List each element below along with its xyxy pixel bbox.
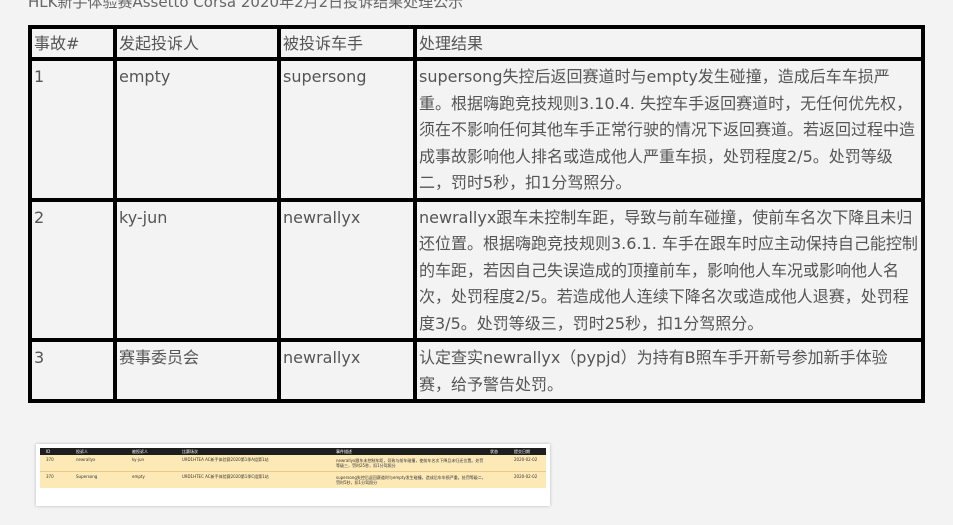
thumbnail-cell: 2020-02-02 [514, 474, 538, 479]
thumbnail-cell: ky-jun [132, 457, 145, 462]
result-text: newrallyx跟车未控制车距，导致与前车碰撞，使前车名次下降且未归还位置。根… [413, 197, 925, 342]
thumbnail-cell: U9D1HTEC AC新手体验赛2020第1季C组第1站 [182, 474, 269, 479]
thumbnail-header-cell: 投诉人 [76, 449, 88, 454]
table-row: 1 empty supersong supersong失控后返回赛道时与empt… [28, 57, 925, 202]
screenshot-thumbnail[interactable]: ID 投诉人 被投诉人 比赛场次 事件描述 状态 提交日期 370 newral… [36, 444, 550, 506]
thumbnail-cell: 370 [46, 474, 54, 479]
table-row: 3 赛事委员会 newrallyx 认定查实newrallyx（pypjd）为持… [28, 338, 925, 403]
thumbnail-cell: newrallyx跟车未控制车距，导致与前车碰撞，使前车名次下降且未归还位置。处… [336, 458, 484, 468]
complainant: empty [113, 57, 281, 202]
thumbnail-header-cell: 状态 [490, 449, 498, 454]
result-text: supersong失控后返回赛道时与empty发生碰撞，造成后车车损严重。根据嗨… [413, 57, 925, 202]
table-header-row: 事故# 发起投诉人 被投诉车手 处理结果 [28, 25, 925, 61]
complainant: ky-jun [113, 197, 281, 342]
header-complainant: 发起投诉人 [113, 25, 281, 61]
complainant: 赛事委员会 [113, 338, 281, 403]
thumbnail-cell: 370 [46, 457, 54, 462]
page-intro: HLK新手体验赛Assetto Corsa 2020年2月2日投诉结果处理公示 [28, 0, 464, 11]
incident-number: 1 [28, 57, 117, 202]
thumbnail-row: 370 newrallyx ky-jun U9D1HTEA AC新手体验赛202… [40, 455, 546, 471]
thumbnail-header-cell: ID [46, 449, 51, 454]
thumbnail-cell: Supersong [76, 474, 98, 479]
thumbnail-cell: U9D1HTEA AC新手体验赛2020第1季A组第1站 [182, 457, 269, 462]
incident-number: 3 [28, 338, 117, 403]
table-row: 2 ky-jun newrallyx newrallyx跟车未控制车距，导致与前… [28, 197, 925, 342]
header-result: 处理结果 [413, 25, 925, 61]
header-accused-driver: 被投诉车手 [277, 25, 417, 61]
accused-driver: newrallyx [277, 338, 417, 403]
thumbnail-header-cell: 比赛场次 [182, 449, 198, 454]
thumbnail-cell: newrallyx [76, 457, 96, 462]
result-text: 认定查实newrallyx（pypjd）为持有B照车手开新号参加新手体验赛，给予… [413, 338, 925, 403]
thumbnail-header-cell: 事件描述 [336, 449, 352, 454]
thumbnail-header-cell: 提交日期 [514, 449, 530, 454]
accused-driver: newrallyx [277, 197, 417, 342]
thumbnail-header-cell: 被投诉人 [132, 449, 148, 454]
thumbnail-header-row: ID 投诉人 被投诉人 比赛场次 事件描述 状态 提交日期 [40, 448, 546, 455]
thumbnail-row: 370 Supersong empty U9D1HTEC AC新手体验赛2020… [40, 471, 546, 488]
accused-driver: supersong [277, 57, 417, 202]
thumbnail-cell: empty [132, 474, 145, 479]
incident-number: 2 [28, 197, 117, 342]
thumbnail-cell: 2020-02-02 [514, 457, 538, 462]
header-incident-number: 事故# [28, 25, 117, 61]
thumbnail-cell: supersong失控后返回赛道时与empty发生碰撞，造成后车车损严重。处罚等… [336, 475, 486, 485]
penalty-table: 事故# 发起投诉人 被投诉车手 处理结果 1 empty supersong s… [28, 25, 925, 403]
